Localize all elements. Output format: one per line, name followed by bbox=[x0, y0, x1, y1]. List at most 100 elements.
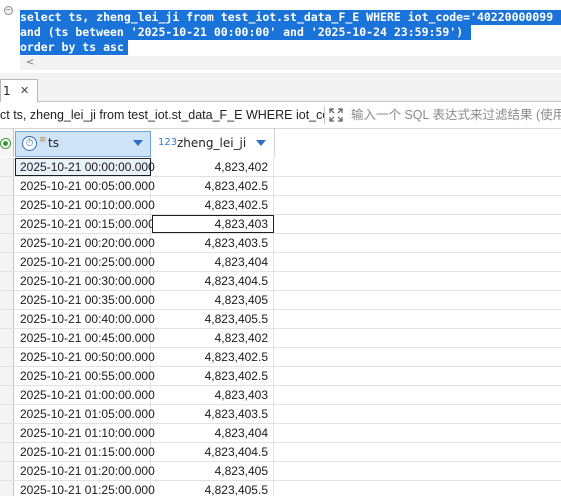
key-icon: ≡ bbox=[39, 135, 47, 145]
table-row[interactable]: 2025-10-21 00:15:00.000 4,823,403 bbox=[0, 215, 561, 234]
cell-ts[interactable]: 2025-10-21 00:55:00.000 bbox=[15, 367, 155, 385]
cell-ts[interactable]: 2025-10-21 01:20:00.000 bbox=[15, 462, 155, 480]
cell-ts[interactable]: 2025-10-21 00:50:00.000 bbox=[15, 348, 155, 366]
cell-zheng-lei-ji[interactable]: 4,823,402.5 bbox=[152, 177, 274, 195]
row-number-cell[interactable] bbox=[0, 215, 14, 233]
scroll-left-icon[interactable]: < bbox=[26, 56, 34, 70]
row-number-cell[interactable] bbox=[0, 253, 14, 271]
row-number-cell[interactable] bbox=[0, 272, 14, 290]
grid-header: ⏱ ≡ ts 123 zheng_lei_ji bbox=[0, 129, 561, 157]
cell-zheng-lei-ji[interactable]: 4,823,402.5 bbox=[152, 367, 274, 385]
table-row[interactable]: 2025-10-21 00:30:00.000 4,823,404.5 bbox=[0, 272, 561, 291]
cell-zheng-lei-ji[interactable]: 4,823,403.5 bbox=[152, 405, 274, 423]
table-row[interactable]: 2025-10-21 01:25:00.000 4,823,405.5 bbox=[0, 481, 561, 496]
table-row[interactable]: 2025-10-21 01:15:00.000 4,823,404.5 bbox=[0, 443, 561, 462]
result-tab-bar: 1 ✕ bbox=[0, 73, 561, 102]
row-number-cell[interactable] bbox=[0, 177, 14, 195]
row-number-cell[interactable] bbox=[0, 424, 14, 442]
sort-arrow-icon[interactable] bbox=[256, 140, 266, 146]
close-icon[interactable]: ✕ bbox=[20, 80, 29, 102]
sql-line-3[interactable]: order by ts asc bbox=[20, 40, 128, 55]
cell-ts[interactable]: 2025-10-21 01:15:00.000 bbox=[15, 443, 155, 461]
column-label-zheng-lei-ji: zheng_lei_ji bbox=[177, 136, 247, 150]
cell-ts[interactable]: 2025-10-21 00:30:00.000 bbox=[15, 272, 155, 290]
table-row[interactable]: 2025-10-21 00:55:00.000 4,823,402.5 bbox=[0, 367, 561, 386]
row-number-cell[interactable] bbox=[0, 310, 14, 328]
table-row[interactable]: 2025-10-21 00:45:00.000 4,823,402 bbox=[0, 329, 561, 348]
cell-ts[interactable]: 2025-10-21 00:35:00.000 bbox=[15, 291, 155, 309]
sql-line-1[interactable]: select ts, zheng_lei_ji from test_iot.st… bbox=[20, 10, 561, 25]
filter-input[interactable]: 输入一个 SQL 表达式来过滤结果 (使用 bbox=[351, 102, 561, 128]
table-row[interactable]: 2025-10-21 01:00:00.000 4,823,403 bbox=[0, 386, 561, 405]
row-number-cell[interactable] bbox=[0, 386, 14, 404]
row-number-header[interactable] bbox=[0, 129, 14, 157]
table-row[interactable]: 2025-10-21 00:00:00.000 4,823,402 bbox=[0, 158, 561, 177]
clock-icon: ⏱ bbox=[22, 136, 37, 151]
table-row[interactable]: 2025-10-21 01:05:00.000 4,823,403.5 bbox=[0, 405, 561, 424]
cell-ts[interactable]: 2025-10-21 00:40:00.000 bbox=[15, 310, 155, 328]
cell-ts[interactable]: 2025-10-21 00:20:00.000 bbox=[15, 234, 155, 252]
row-number-cell[interactable] bbox=[0, 158, 14, 176]
cell-zheng-lei-ji[interactable]: 4,823,402 bbox=[152, 158, 274, 176]
table-row[interactable]: 2025-10-21 00:50:00.000 4,823,402.5 bbox=[0, 348, 561, 367]
cell-zheng-lei-ji[interactable]: 4,823,402 bbox=[152, 329, 274, 347]
row-number-cell[interactable] bbox=[0, 329, 14, 347]
table-row[interactable]: 2025-10-21 00:05:00.000 4,823,402.5 bbox=[0, 177, 561, 196]
editor-gutter: − bbox=[0, 0, 20, 56]
divider bbox=[324, 106, 325, 124]
cell-zheng-lei-ji[interactable]: 4,823,405.5 bbox=[152, 310, 274, 328]
number-type-icon: 123 bbox=[158, 137, 178, 148]
row-number-cell[interactable] bbox=[0, 367, 14, 385]
cell-zheng-lei-ji[interactable]: 4,823,404.5 bbox=[152, 443, 274, 461]
editor-horizontal-scrollbar[interactable]: < bbox=[20, 56, 561, 70]
row-number-cell[interactable] bbox=[0, 196, 14, 214]
table-row[interactable]: 2025-10-21 00:20:00.000 4,823,403.5 bbox=[0, 234, 561, 253]
row-number-cell[interactable] bbox=[0, 462, 14, 480]
cell-zheng-lei-ji[interactable]: 4,823,405 bbox=[152, 291, 274, 309]
collapse-icon[interactable]: − bbox=[4, 6, 13, 15]
cell-zheng-lei-ji[interactable]: 4,823,405.5 bbox=[152, 481, 274, 496]
cell-zheng-lei-ji[interactable]: 4,823,402.5 bbox=[152, 196, 274, 214]
tab-result-1[interactable]: 1 ✕ bbox=[0, 79, 38, 102]
cell-zheng-lei-ji[interactable]: 4,823,404 bbox=[152, 253, 274, 271]
cell-zheng-lei-ji[interactable]: 4,823,404 bbox=[152, 424, 274, 442]
sql-line-2[interactable]: and (ts between '2025-10-21 00:00:00' an… bbox=[20, 25, 471, 40]
cell-zheng-lei-ji[interactable]: 4,823,402.5 bbox=[152, 348, 274, 366]
row-number-cell[interactable] bbox=[0, 291, 14, 309]
row-number-cell[interactable] bbox=[0, 405, 14, 423]
cell-ts[interactable]: 2025-10-21 01:10:00.000 bbox=[15, 424, 155, 442]
row-number-cell[interactable] bbox=[0, 443, 14, 461]
table-row[interactable]: 2025-10-21 01:10:00.000 4,823,404 bbox=[0, 424, 561, 443]
cell-zheng-lei-ji[interactable]: 4,823,404.5 bbox=[152, 272, 274, 290]
cell-ts[interactable]: 2025-10-21 00:15:00.000 bbox=[15, 215, 155, 233]
column-header-ts[interactable]: ⏱ ≡ ts bbox=[15, 131, 151, 157]
cell-zheng-lei-ji[interactable]: 4,823,403 bbox=[152, 215, 274, 233]
sort-arrow-icon[interactable] bbox=[133, 140, 143, 146]
cell-zheng-lei-ji[interactable]: 4,823,405 bbox=[152, 462, 274, 480]
sql-editor[interactable]: − select ts, zheng_lei_ji from test_iot.… bbox=[0, 0, 561, 73]
cell-zheng-lei-ji[interactable]: 4,823,403 bbox=[152, 386, 274, 404]
query-text-display[interactable]: ct ts, zheng_lei_ji from test_iot.st_dat… bbox=[0, 102, 324, 128]
row-number-cell[interactable] bbox=[0, 481, 14, 496]
cell-ts[interactable]: 2025-10-21 01:05:00.000 bbox=[15, 405, 155, 423]
table-row[interactable]: 2025-10-21 00:35:00.000 4,823,405 bbox=[0, 291, 561, 310]
row-number-cell[interactable] bbox=[0, 234, 14, 252]
result-grid[interactable]: 2025-10-21 00:00:00.000 4,823,402 2025-10-… bbox=[0, 158, 561, 496]
table-row[interactable]: 2025-10-21 01:20:00.000 4,823,405 bbox=[0, 462, 561, 481]
cell-zheng-lei-ji[interactable]: 4,823,403.5 bbox=[152, 234, 274, 252]
cell-ts[interactable]: 2025-10-21 00:00:00.000 bbox=[15, 158, 155, 176]
table-row[interactable]: 2025-10-21 00:10:00.000 4,823,402.5 bbox=[0, 196, 561, 215]
cell-ts[interactable]: 2025-10-21 00:05:00.000 bbox=[15, 177, 155, 195]
cell-ts[interactable]: 2025-10-21 01:25:00.000 bbox=[15, 481, 155, 496]
table-row[interactable]: 2025-10-21 00:40:00.000 4,823,405.5 bbox=[0, 310, 561, 329]
expand-icon[interactable] bbox=[328, 107, 344, 123]
cell-ts[interactable]: 2025-10-21 00:45:00.000 bbox=[15, 329, 155, 347]
record-mode-icon[interactable] bbox=[0, 138, 11, 149]
cell-ts[interactable]: 2025-10-21 00:25:00.000 bbox=[15, 253, 155, 271]
tab-label: 1 bbox=[3, 84, 11, 98]
cell-ts[interactable]: 2025-10-21 00:10:00.000 bbox=[15, 196, 155, 214]
cell-ts[interactable]: 2025-10-21 01:00:00.000 bbox=[15, 386, 155, 404]
table-row[interactable]: 2025-10-21 00:25:00.000 4,823,404 bbox=[0, 253, 561, 272]
column-header-zheng-lei-ji[interactable]: 123 zheng_lei_ji bbox=[152, 129, 275, 157]
row-number-cell[interactable] bbox=[0, 348, 14, 366]
